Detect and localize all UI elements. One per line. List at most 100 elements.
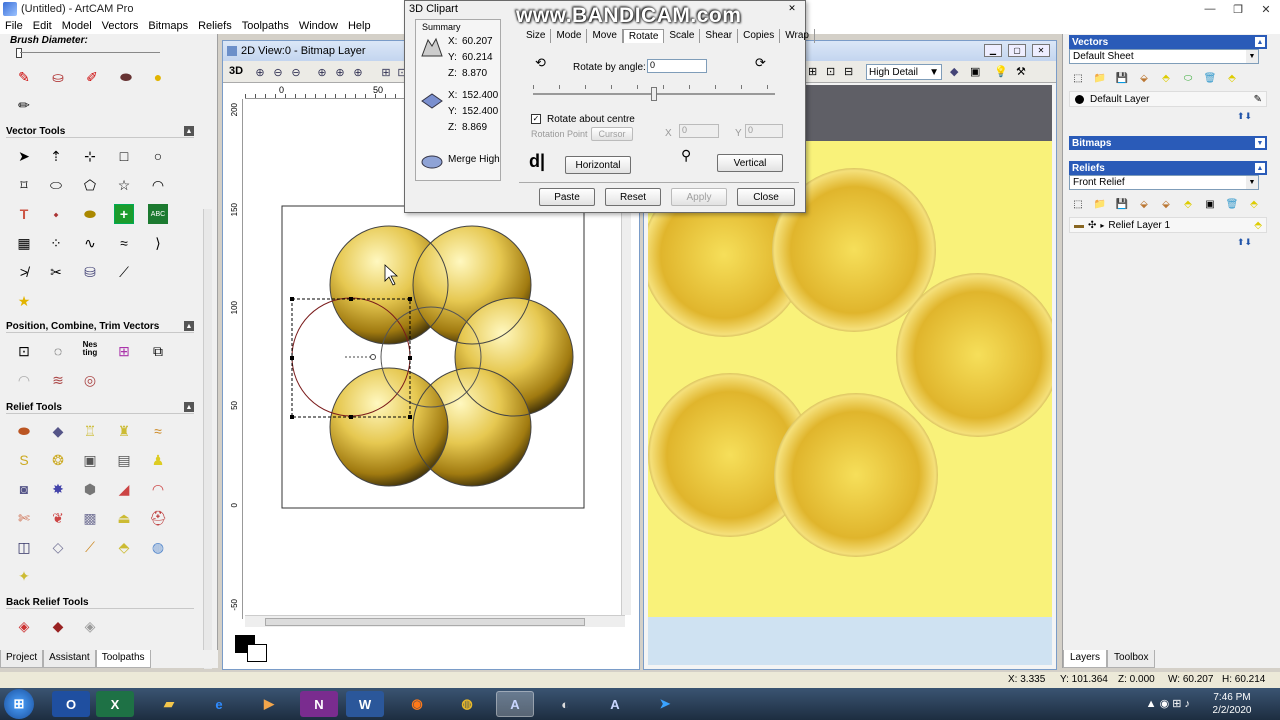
scissors-icon[interactable]: ✂ [46, 262, 66, 282]
fillet-icon[interactable]: ⟋ [114, 262, 134, 282]
tab-size[interactable]: Size [521, 29, 552, 43]
node-edit-icon[interactable]: ⇡ [46, 146, 66, 166]
menu-edit[interactable]: Edit [28, 20, 57, 32]
collapse-arrow-icon[interactable]: ▲ [1255, 163, 1265, 173]
wizard-icon[interactable]: ⟋ [80, 537, 100, 557]
close-button[interactable]: ✕ [1252, 0, 1280, 18]
dome-icon[interactable]: ◫ [14, 537, 34, 557]
taskbar-clock[interactable]: 7:46 PM 2/2/2020 [1202, 691, 1262, 717]
telegram-icon[interactable]: ➤ [646, 691, 684, 717]
tab-move[interactable]: Move [587, 29, 623, 43]
ellipse-icon[interactable]: ⬭ [46, 175, 66, 195]
file-explorer-icon[interactable]: ▰ [150, 691, 188, 717]
rotation-y-input[interactable]: 0 [745, 124, 783, 138]
plane-icon[interactable]: ◇ [48, 537, 68, 557]
delete-relief-icon[interactable]: 🗑 [1225, 197, 1239, 211]
color-picker-icon[interactable]: ✐ [82, 67, 102, 87]
apply-button[interactable]: Apply [671, 188, 727, 206]
texture-icon[interactable]: ❂ [48, 450, 68, 470]
relief-lock-icon[interactable]: ⬘ [1247, 197, 1261, 211]
zero-relief-icon[interactable]: ◙ [14, 479, 34, 499]
extrude-icon[interactable]: ◆ [48, 421, 68, 441]
menu-model[interactable]: Model [57, 20, 97, 32]
collapse-arrow-icon[interactable]: ▲ [184, 321, 194, 331]
view-iso-icon[interactable]: ⊞ [808, 65, 817, 78]
bake-relief-icon[interactable]: ▤ [114, 450, 134, 470]
trim-icon[interactable]: ≯ [14, 262, 34, 282]
firefox-icon[interactable]: ◉ [398, 691, 436, 717]
layer-relief-icon[interactable]: ⬘ [114, 537, 134, 557]
close-dialog-button[interactable]: Close [737, 188, 795, 206]
stripes-icon[interactable]: ≋ [48, 370, 68, 390]
merge-icon[interactable]: ⊞ [114, 341, 134, 361]
flip-horizontal-button[interactable]: Horizontal [565, 156, 631, 174]
delete-layer-icon[interactable]: 🗑 [1203, 71, 1217, 85]
menu-help[interactable]: Help [343, 20, 376, 32]
reliefs-header[interactable]: Reliefs ▲ [1069, 161, 1267, 175]
tab-project[interactable]: Project [0, 650, 44, 668]
paste-relief-icon[interactable]: ▣ [80, 450, 100, 470]
expand-triangle-icon[interactable]: ▸ [1100, 221, 1104, 230]
transform-icon[interactable]: ⊹ [80, 146, 100, 166]
shade-icon[interactable]: ◆ [950, 65, 958, 78]
sculpt-hat-icon[interactable]: ⛑ [148, 508, 168, 528]
fill-tool-icon[interactable]: ⬬ [116, 67, 136, 87]
nesting-icon[interactable]: Nes ting [80, 339, 100, 359]
scale-relief-icon[interactable]: ♟ [148, 450, 168, 470]
brush-slider-thumb[interactable] [16, 48, 22, 58]
smooth-relief-icon[interactable]: ◢ [114, 479, 134, 499]
system-tray-icons[interactable]: ▲ ◉ ⊞ ♪ [1146, 697, 1190, 710]
text-tool-icon[interactable]: T [14, 204, 34, 224]
shape-editor-icon[interactable]: ⬬ [14, 421, 34, 441]
rectangle-icon[interactable]: □ [114, 146, 134, 166]
vector-tools-header[interactable]: Vector Tools ▲ [6, 125, 194, 138]
relief-clipart-icon[interactable]: ✦ [14, 566, 34, 586]
fade-icon[interactable]: ⬢ [80, 479, 100, 499]
spin-icon[interactable]: ♖ [80, 421, 100, 441]
relief-visibility-icon[interactable]: ⬘ [1181, 197, 1195, 211]
tab-copies[interactable]: Copies [738, 29, 781, 43]
save-layer-icon[interactable]: 💾 [1115, 71, 1129, 85]
menu-vectors[interactable]: Vectors [97, 20, 144, 32]
layer-lock-icon[interactable]: ⬘ [1225, 71, 1239, 85]
slider-knob[interactable] [651, 87, 657, 101]
rotate-angle-slider[interactable] [533, 85, 775, 101]
merge-mode-icon[interactable]: ✣ [1088, 220, 1096, 231]
center-icon[interactable]: ⊡ [14, 341, 34, 361]
relief-tools-header[interactable]: Relief Tools ▲ [6, 401, 194, 414]
flip-vertical-button[interactable]: Vertical [717, 154, 783, 172]
cursor-button[interactable]: Cursor [591, 127, 633, 141]
menu-window[interactable]: Window [294, 20, 343, 32]
magic-star-icon[interactable]: ★ [14, 291, 34, 311]
vectors-header[interactable]: Vectors ▲ [1069, 35, 1267, 49]
outlook-icon[interactable]: O [52, 691, 90, 717]
restore-button[interactable]: ❐ [1224, 0, 1252, 18]
menu-file[interactable]: File [0, 20, 28, 32]
tab-toolbox[interactable]: Toolbox [1107, 650, 1156, 668]
star-relief-icon[interactable]: ✸ [48, 479, 68, 499]
bandicam-icon[interactable]: ◐ [546, 691, 584, 717]
rotate-circle-icon[interactable]: ◌ [48, 341, 68, 361]
zoom-out-icon[interactable]: ⊖ [271, 65, 285, 79]
erase-icon[interactable]: ✄ [14, 508, 34, 528]
weave-icon[interactable]: S [14, 450, 34, 470]
cylinder-icon[interactable]: ⛁ [80, 262, 100, 282]
sphere-icon[interactable]: ◍ [148, 537, 168, 557]
layer-color-icon[interactable] [1075, 94, 1084, 104]
view-top-icon[interactable]: ⊟ [844, 65, 853, 78]
arc-icon[interactable]: ◠ [148, 175, 168, 195]
minimize-button[interactable]: — [1196, 0, 1224, 18]
rotation-x-input[interactable]: 0 [679, 124, 719, 138]
zoom-in-icon[interactable]: ⊕ [253, 65, 267, 79]
position-tools-header[interactable]: Position, Combine, Trim Vectors ▲ [6, 320, 194, 333]
menu-reliefs[interactable]: Reliefs [193, 20, 237, 32]
toggle-3d-button[interactable]: 3D [229, 65, 243, 77]
zoom-fit-icon[interactable]: ⊖ [289, 65, 303, 79]
vector-text-icon[interactable]: ⬩ [46, 204, 66, 224]
open-folder-icon[interactable]: 📁 [1093, 71, 1107, 85]
tab-mode[interactable]: Mode [551, 29, 588, 43]
maximize-button[interactable]: ▢ [1008, 44, 1026, 57]
left-panel-scrollbar[interactable] [203, 209, 212, 669]
collapse-arrow-icon[interactable]: ▲ [1255, 37, 1265, 47]
new-relief-layer-icon[interactable]: ⬚ [1071, 197, 1085, 211]
